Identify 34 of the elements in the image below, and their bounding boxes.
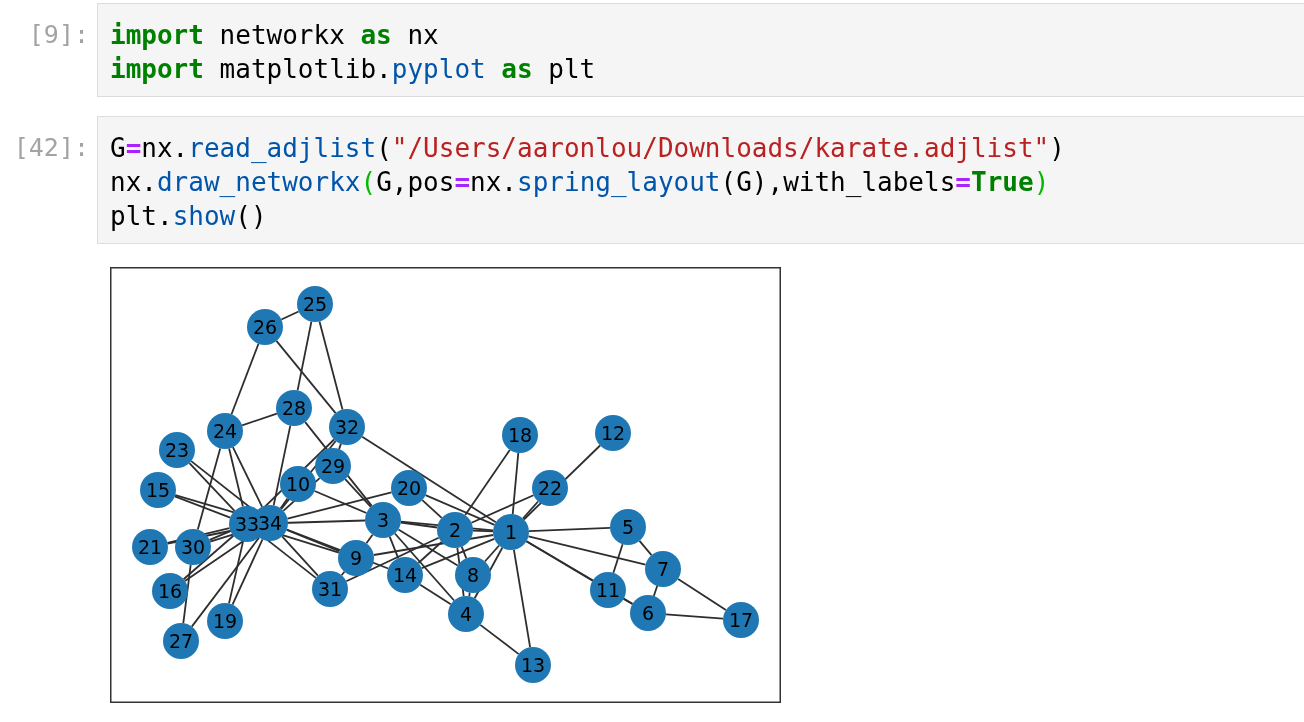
node-label: 11 <box>595 579 621 601</box>
code-line: plt.show() <box>110 200 267 233</box>
node-label: 1 <box>504 521 518 543</box>
code-line: nx.draw_networkx(G,pos=nx.spring_layout(G),with_labels=True) <box>110 166 1050 199</box>
node-label: 26 <box>252 316 278 338</box>
node-label: 2 <box>448 519 462 541</box>
node-label: 16 <box>157 580 183 602</box>
node-label: 14 <box>392 564 418 586</box>
node-label: 15 <box>145 479 171 501</box>
code-line: import networkx as nx <box>110 19 439 52</box>
node-label: 5 <box>621 516 635 538</box>
node-label: 12 <box>600 422 626 444</box>
node-label: 9 <box>349 547 363 569</box>
node-label: 25 <box>302 293 328 315</box>
node-label: 13 <box>520 654 546 676</box>
node-label: 28 <box>281 397 307 419</box>
code-line: G=nx.read_adjlist("/Users/aaronlou/Downloads/karate.adjlist") <box>110 132 1065 165</box>
node-label: 34 <box>257 512 283 534</box>
node-label: 24 <box>212 420 238 442</box>
node-label: 21 <box>137 536 163 558</box>
node-label: 31 <box>317 578 343 600</box>
code-line: import matplotlib.pyplot as plt <box>110 53 596 86</box>
node-label: 23 <box>164 439 190 461</box>
node-label: 27 <box>168 630 194 652</box>
node-label: 7 <box>656 558 670 580</box>
node-label: 22 <box>537 477 563 499</box>
node-label: 20 <box>396 477 422 499</box>
node-label: 4 <box>459 603 473 625</box>
node-label: 6 <box>641 602 655 624</box>
execution-count: [42]: <box>12 132 90 164</box>
node-label: 17 <box>728 609 754 631</box>
node-label: 18 <box>507 424 533 446</box>
node-label: 8 <box>466 564 480 586</box>
execution-count: [9]: <box>27 19 90 51</box>
